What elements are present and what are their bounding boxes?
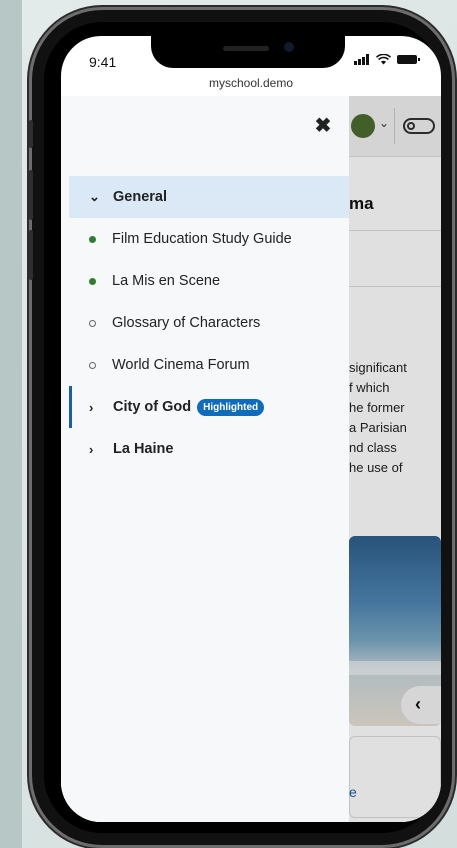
wifi-icon [376,54,391,65]
completed-dot-icon [89,235,96,243]
camera [284,42,294,52]
notch [151,36,345,68]
url-bar[interactable]: myschool.demo [61,76,441,96]
background-left [0,0,22,848]
activity-item[interactable]: Glossary of Characters [61,302,349,344]
section-label: General [113,189,167,205]
phone-screen: 9:41 myschool.demo ⌄ ma significant f wh… [61,36,441,822]
section-general[interactable]: ⌄ General [69,176,349,218]
activity-label: Film Education Study Guide [112,231,292,247]
section-label: City of God [113,399,192,415]
activity-label: La Mis en Scene [112,273,221,289]
completed-dot-icon [89,277,96,285]
activity-item[interactable]: Film Education Study Guide [61,218,349,260]
close-icon[interactable]: ✖ [311,114,335,138]
highlighted-badge: Highlighted [197,398,265,416]
status-icons [354,54,420,65]
incomplete-circle-icon [89,319,96,327]
activity-label: World Cinema Forum [112,357,250,373]
section-la-haine[interactable]: › La Haine [61,428,349,470]
incomplete-circle-icon [89,361,96,369]
status-time: 9:41 [89,54,117,70]
section-city-of-god[interactable]: › City of God Highlighted [61,386,349,428]
section-label: La Haine [113,441,174,457]
activity-label: Glossary of Characters [112,315,261,331]
activity-item[interactable]: World Cinema Forum [61,344,349,386]
status-bar: 9:41 [61,36,441,80]
course-index: ⌄ General Film Education Study Guide La … [61,176,349,470]
chevron-down-icon: ⌄ [89,189,100,204]
volume-up-button [29,170,33,220]
volume-down-button [29,230,33,280]
chevron-right-icon: › [89,399,94,415]
chevron-right-icon: › [89,441,94,457]
speaker [223,46,269,51]
activity-item[interactable]: La Mis en Scene [61,260,349,302]
course-index-drawer: ✖ ⌄ General Film Education Study Guide L… [61,96,349,822]
active-indicator [69,386,72,428]
battery-icon [397,55,420,64]
mute-switch [29,120,33,148]
signal-icon [354,54,369,65]
